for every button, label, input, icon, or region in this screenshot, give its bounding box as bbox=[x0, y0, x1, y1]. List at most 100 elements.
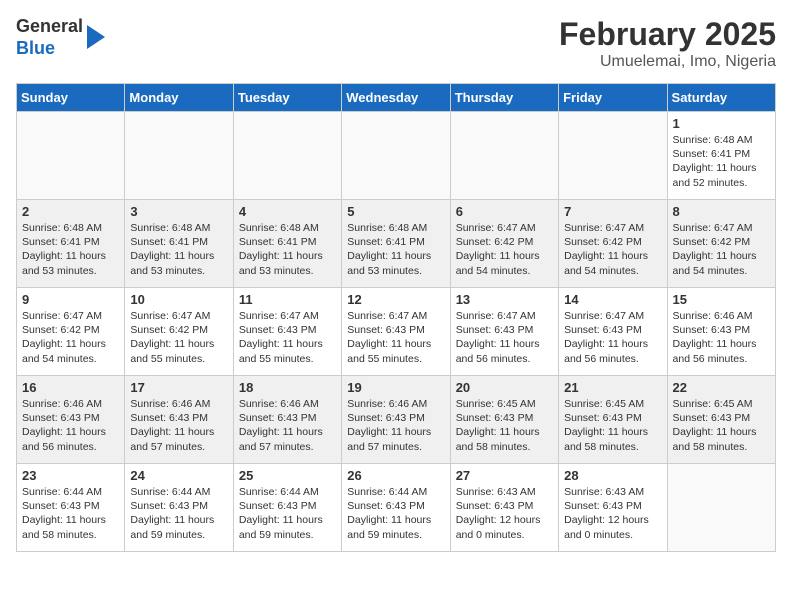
calendar-cell: 10 Sunrise: 6:47 AM Sunset: 6:42 PM Dayli… bbox=[125, 288, 233, 376]
day-number: 8 bbox=[673, 204, 770, 219]
calendar-cell: 1 Sunrise: 6:48 AM Sunset: 6:41 PM Daylig… bbox=[667, 112, 775, 200]
day-info: Sunrise: 6:47 AM Sunset: 6:42 PM Dayligh… bbox=[456, 221, 553, 278]
day-header-monday: Monday bbox=[125, 84, 233, 112]
calendar-week-4: 16 Sunrise: 6:46 AM Sunset: 6:43 PM Dayli… bbox=[17, 376, 776, 464]
calendar-cell bbox=[450, 112, 558, 200]
day-number: 10 bbox=[130, 292, 227, 307]
day-number: 5 bbox=[347, 204, 444, 219]
day-header-sunday: Sunday bbox=[17, 84, 125, 112]
calendar-header-row: SundayMondayTuesdayWednesdayThursdayFrid… bbox=[17, 84, 776, 112]
calendar-week-5: 23 Sunrise: 6:44 AM Sunset: 6:43 PM Dayli… bbox=[17, 464, 776, 552]
day-number: 27 bbox=[456, 468, 553, 483]
day-info: Sunrise: 6:47 AM Sunset: 6:43 PM Dayligh… bbox=[456, 309, 553, 366]
day-number: 18 bbox=[239, 380, 336, 395]
calendar-table: SundayMondayTuesdayWednesdayThursdayFrid… bbox=[16, 83, 776, 552]
calendar-cell: 3 Sunrise: 6:48 AM Sunset: 6:41 PM Daylig… bbox=[125, 200, 233, 288]
day-info: Sunrise: 6:47 AM Sunset: 6:42 PM Dayligh… bbox=[673, 221, 770, 278]
calendar-cell: 24Sunrise: 6:44 AM Sunset: 6:43 PM Dayli… bbox=[125, 464, 233, 552]
calendar-cell: 15 Sunrise: 6:46 AM Sunset: 6:43 PM Dayli… bbox=[667, 288, 775, 376]
calendar-cell: 8 Sunrise: 6:47 AM Sunset: 6:42 PM Daylig… bbox=[667, 200, 775, 288]
day-number: 26 bbox=[347, 468, 444, 483]
day-info: Sunrise: 6:46 AM Sunset: 6:43 PM Dayligh… bbox=[239, 397, 336, 454]
calendar-cell: 19 Sunrise: 6:46 AM Sunset: 6:43 PM Dayli… bbox=[342, 376, 450, 464]
calendar-cell: 6 Sunrise: 6:47 AM Sunset: 6:42 PM Daylig… bbox=[450, 200, 558, 288]
day-number: 9 bbox=[22, 292, 119, 307]
day-number: 4 bbox=[239, 204, 336, 219]
logo-blue: Blue bbox=[16, 38, 55, 58]
day-info: Sunrise: 6:43 AM Sunset: 6:43 PM Dayligh… bbox=[564, 485, 661, 542]
calendar-cell: 14 Sunrise: 6:47 AM Sunset: 6:43 PM Dayli… bbox=[559, 288, 667, 376]
day-info: Sunrise: 6:46 AM Sunset: 6:43 PM Dayligh… bbox=[347, 397, 444, 454]
day-number: 19 bbox=[347, 380, 444, 395]
day-info: Sunrise: 6:48 AM Sunset: 6:41 PM Dayligh… bbox=[130, 221, 227, 278]
calendar-cell: 4Sunrise: 6:48 AM Sunset: 6:41 PM Daylig… bbox=[233, 200, 341, 288]
day-info: Sunrise: 6:45 AM Sunset: 6:43 PM Dayligh… bbox=[564, 397, 661, 454]
calendar-cell: 16 Sunrise: 6:46 AM Sunset: 6:43 PM Dayli… bbox=[17, 376, 125, 464]
calendar-cell: 17 Sunrise: 6:46 AM Sunset: 6:43 PM Dayli… bbox=[125, 376, 233, 464]
day-info: Sunrise: 6:48 AM Sunset: 6:41 PM Dayligh… bbox=[673, 133, 770, 190]
day-number: 23 bbox=[22, 468, 119, 483]
calendar-cell bbox=[233, 112, 341, 200]
day-number: 3 bbox=[130, 204, 227, 219]
page-title: February 2025 bbox=[559, 16, 776, 53]
day-info: Sunrise: 6:43 AM Sunset: 6:43 PM Dayligh… bbox=[456, 485, 553, 542]
page-header: General Blue February 2025 Umuelemai, Im… bbox=[16, 16, 776, 71]
day-number: 13 bbox=[456, 292, 553, 307]
day-info: Sunrise: 6:45 AM Sunset: 6:43 PM Dayligh… bbox=[673, 397, 770, 454]
calendar-cell: 27 Sunrise: 6:43 AM Sunset: 6:43 PM Dayli… bbox=[450, 464, 558, 552]
day-number: 1 bbox=[673, 116, 770, 131]
day-info: Sunrise: 6:44 AM Sunset: 6:43 PM Dayligh… bbox=[239, 485, 336, 542]
calendar-cell bbox=[17, 112, 125, 200]
day-number: 25 bbox=[239, 468, 336, 483]
calendar-cell: 18 Sunrise: 6:46 AM Sunset: 6:43 PM Dayli… bbox=[233, 376, 341, 464]
day-info: Sunrise: 6:47 AM Sunset: 6:42 PM Dayligh… bbox=[564, 221, 661, 278]
day-number: 2 bbox=[22, 204, 119, 219]
calendar-cell: 9 Sunrise: 6:47 AM Sunset: 6:42 PM Daylig… bbox=[17, 288, 125, 376]
logo-general: General bbox=[16, 16, 83, 36]
day-header-friday: Friday bbox=[559, 84, 667, 112]
calendar-cell: 21 Sunrise: 6:45 AM Sunset: 6:43 PM Dayli… bbox=[559, 376, 667, 464]
day-info: Sunrise: 6:47 AM Sunset: 6:43 PM Dayligh… bbox=[564, 309, 661, 366]
calendar-week-2: 2 Sunrise: 6:48 AM Sunset: 6:41 PM Daylig… bbox=[17, 200, 776, 288]
day-info: Sunrise: 6:44 AM Sunset: 6:43 PM Dayligh… bbox=[22, 485, 119, 542]
day-header-wednesday: Wednesday bbox=[342, 84, 450, 112]
calendar-cell: 22 Sunrise: 6:45 AM Sunset: 6:43 PM Dayli… bbox=[667, 376, 775, 464]
day-number: 6 bbox=[456, 204, 553, 219]
day-info: Sunrise: 6:47 AM Sunset: 6:42 PM Dayligh… bbox=[130, 309, 227, 366]
day-info: Sunrise: 6:46 AM Sunset: 6:43 PM Dayligh… bbox=[130, 397, 227, 454]
calendar-cell bbox=[342, 112, 450, 200]
day-info: Sunrise: 6:45 AM Sunset: 6:43 PM Dayligh… bbox=[456, 397, 553, 454]
day-info: Sunrise: 6:46 AM Sunset: 6:43 PM Dayligh… bbox=[22, 397, 119, 454]
day-info: Sunrise: 6:47 AM Sunset: 6:42 PM Dayligh… bbox=[22, 309, 119, 366]
day-info: Sunrise: 6:46 AM Sunset: 6:43 PM Dayligh… bbox=[673, 309, 770, 366]
calendar-cell: 11Sunrise: 6:47 AM Sunset: 6:43 PM Dayli… bbox=[233, 288, 341, 376]
day-number: 16 bbox=[22, 380, 119, 395]
day-number: 7 bbox=[564, 204, 661, 219]
calendar-cell bbox=[667, 464, 775, 552]
calendar-cell: 28 Sunrise: 6:43 AM Sunset: 6:43 PM Dayli… bbox=[559, 464, 667, 552]
day-number: 17 bbox=[130, 380, 227, 395]
day-number: 22 bbox=[673, 380, 770, 395]
day-number: 14 bbox=[564, 292, 661, 307]
day-number: 20 bbox=[456, 380, 553, 395]
day-number: 21 bbox=[564, 380, 661, 395]
day-header-thursday: Thursday bbox=[450, 84, 558, 112]
calendar-cell: 7 Sunrise: 6:47 AM Sunset: 6:42 PM Daylig… bbox=[559, 200, 667, 288]
day-number: 12 bbox=[347, 292, 444, 307]
day-number: 24 bbox=[130, 468, 227, 483]
day-number: 28 bbox=[564, 468, 661, 483]
calendar-cell: 13 Sunrise: 6:47 AM Sunset: 6:43 PM Dayli… bbox=[450, 288, 558, 376]
calendar-week-1: 1 Sunrise: 6:48 AM Sunset: 6:41 PM Daylig… bbox=[17, 112, 776, 200]
calendar-cell: 2 Sunrise: 6:48 AM Sunset: 6:41 PM Daylig… bbox=[17, 200, 125, 288]
day-info: Sunrise: 6:44 AM Sunset: 6:43 PM Dayligh… bbox=[347, 485, 444, 542]
day-number: 15 bbox=[673, 292, 770, 307]
day-info: Sunrise: 6:48 AM Sunset: 6:41 PM Dayligh… bbox=[22, 221, 119, 278]
title-block: February 2025 Umuelemai, Imo, Nigeria bbox=[559, 16, 776, 71]
day-number: 11 bbox=[239, 292, 336, 307]
day-info: Sunrise: 6:48 AM Sunset: 6:41 PM Dayligh… bbox=[347, 221, 444, 278]
calendar-cell: 12 Sunrise: 6:47 AM Sunset: 6:43 PM Dayli… bbox=[342, 288, 450, 376]
calendar-cell: 5 Sunrise: 6:48 AM Sunset: 6:41 PM Daylig… bbox=[342, 200, 450, 288]
logo-text: General Blue bbox=[16, 16, 83, 59]
calendar-cell: 25 Sunrise: 6:44 AM Sunset: 6:43 PM Dayli… bbox=[233, 464, 341, 552]
day-info: Sunrise: 6:47 AM Sunset: 6:43 PM Dayligh… bbox=[347, 309, 444, 366]
